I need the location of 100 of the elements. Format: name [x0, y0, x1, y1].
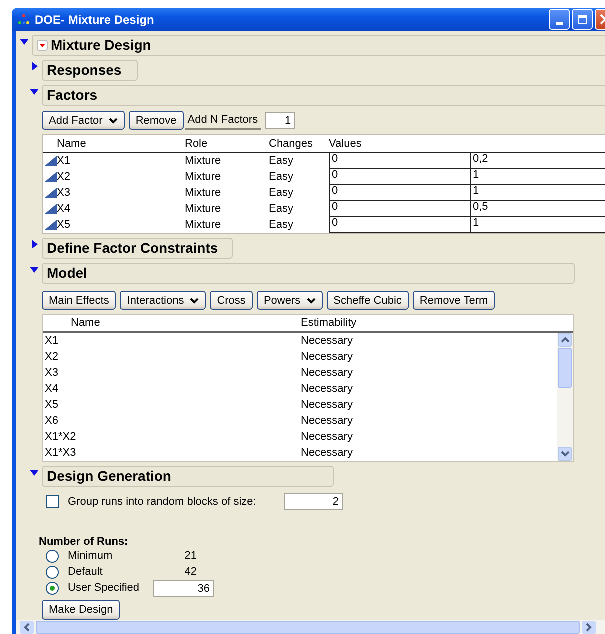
mixture-icon [45, 220, 57, 230]
table-cell: Necessary [301, 383, 353, 395]
table-cell: Necessary [301, 431, 353, 443]
table-cell: Necessary [301, 415, 353, 427]
scroll-right-icon[interactable] [586, 622, 592, 632]
value-field[interactable]: 1 [470, 169, 605, 185]
minimize-button[interactable] [549, 9, 570, 30]
caret-icon [190, 298, 200, 304]
button[interactable]: Add N Factors [184, 111, 262, 130]
checkbox-label: Group runs into random blocks of size: [68, 496, 258, 508]
value-field[interactable]: 0 [329, 201, 470, 217]
column-header: Values [329, 138, 362, 150]
disclosure-icon[interactable] [30, 265, 39, 274]
table-cell-text: X1 [44, 335, 60, 347]
table-cell: Necessary [301, 447, 353, 459]
table-cell-text: Mixture [185, 203, 222, 215]
value-field[interactable]: 0 [329, 153, 470, 169]
radio-button[interactable] [46, 582, 59, 594]
caret-icon [108, 118, 118, 124]
button[interactable]: Remove Term [412, 291, 496, 310]
section-title: Factors [42, 85, 605, 106]
table-cell-text: X3 [57, 187, 72, 199]
section-title: Mixture Design [51, 38, 152, 53]
button[interactable]: Scheffe Cubic [326, 291, 409, 310]
mixture-icon [45, 172, 57, 182]
column-header: Name [56, 138, 88, 150]
radio-label: User Specified [68, 582, 141, 594]
value-field[interactable]: 1 [470, 185, 605, 201]
mixture-icon [45, 156, 57, 166]
value-field[interactable]: 0,5 [470, 201, 605, 217]
mixture-icon [45, 204, 57, 214]
column-header: Name [70, 317, 102, 329]
scroll-up-icon[interactable] [560, 337, 570, 343]
button[interactable]: Main Effects [42, 291, 116, 310]
table-cell-text: Easy [269, 155, 294, 167]
scroll-down-icon[interactable] [560, 451, 570, 457]
scrollbar[interactable] [16, 620, 605, 634]
button[interactable]: Cross [210, 291, 253, 310]
table-cell: Necessary [301, 351, 353, 363]
column-header: Role [185, 138, 209, 150]
table-cell-text: Easy [269, 187, 294, 199]
value-field[interactable]: 1 [470, 217, 605, 233]
table-cell-text: X1 [57, 155, 72, 167]
dropdown-button[interactable]: Powers [256, 291, 323, 310]
radio-label: Default [68, 566, 104, 578]
radio-label: Minimum [68, 550, 114, 562]
number-field[interactable]: 2 [284, 493, 343, 510]
make-design-button[interactable]: Make Design [42, 600, 120, 620]
number-field[interactable]: 1 [265, 112, 296, 129]
table-cell-text: Easy [269, 219, 294, 231]
table-cell-text: X3 [44, 367, 60, 379]
table-cell-text: Easy [269, 203, 294, 215]
table-cell-text: X4 [57, 203, 72, 215]
column-header: Changes [269, 138, 314, 150]
section-title: Design Generation [42, 466, 334, 487]
scrollbar[interactable] [557, 333, 573, 461]
mixture-icon [45, 188, 57, 198]
section-label: Number of Runs: [39, 536, 130, 548]
table-cell: Necessary [301, 367, 353, 379]
table-cell-text: Mixture [185, 187, 222, 199]
table-cell-text: Mixture [185, 171, 222, 183]
section-title: Model [42, 263, 575, 284]
checkbox[interactable] [46, 495, 59, 508]
value-field[interactable]: 0 [329, 169, 470, 185]
button[interactable]: Remove [128, 111, 184, 130]
table-cell-text: Mixture [185, 219, 222, 231]
disclosure-icon[interactable] [30, 240, 39, 249]
number-field[interactable]: 36 [153, 580, 214, 596]
table-cell-text: X6 [44, 415, 60, 427]
table-cell-text: X2 [57, 171, 72, 183]
table-cell-text: X1*X3 [44, 447, 78, 459]
menu-icon[interactable] [37, 40, 48, 51]
disclosure-icon[interactable] [30, 468, 39, 477]
radio-button[interactable] [46, 566, 59, 578]
dropdown-button[interactable]: Interactions [120, 291, 206, 310]
app-icon [18, 14, 30, 25]
section-title: Responses [42, 60, 138, 81]
dropdown-button[interactable]: Add Factor [42, 111, 125, 130]
table-cell-text: X1*X2 [44, 431, 78, 443]
column-header: Estimability [300, 317, 357, 329]
table-cell-text: Easy [269, 171, 294, 183]
maximize-button[interactable] [572, 9, 593, 30]
table-cell-text: Mixture [185, 155, 222, 167]
disclosure-icon[interactable] [20, 37, 29, 46]
value-field[interactable]: 0 [329, 185, 470, 201]
disclosure-icon[interactable] [30, 62, 39, 71]
radio-button[interactable] [46, 550, 59, 562]
caret-icon [306, 298, 316, 304]
scroll-left-icon[interactable] [24, 622, 30, 632]
value-field[interactable]: 0 [329, 217, 470, 233]
section-title: Define Factor Constraints [42, 238, 233, 259]
disclosure-icon[interactable] [30, 87, 39, 96]
table-cell: Necessary [301, 399, 353, 411]
table-cell: Necessary [301, 335, 353, 347]
table-cell-text: X5 [44, 399, 60, 411]
table-cell-text: X5 [57, 219, 72, 231]
run-count: 21 [184, 550, 197, 562]
table-cell-text: X4 [44, 383, 60, 395]
value-field[interactable]: 0,2 [470, 153, 605, 169]
run-count: 42 [184, 566, 197, 578]
